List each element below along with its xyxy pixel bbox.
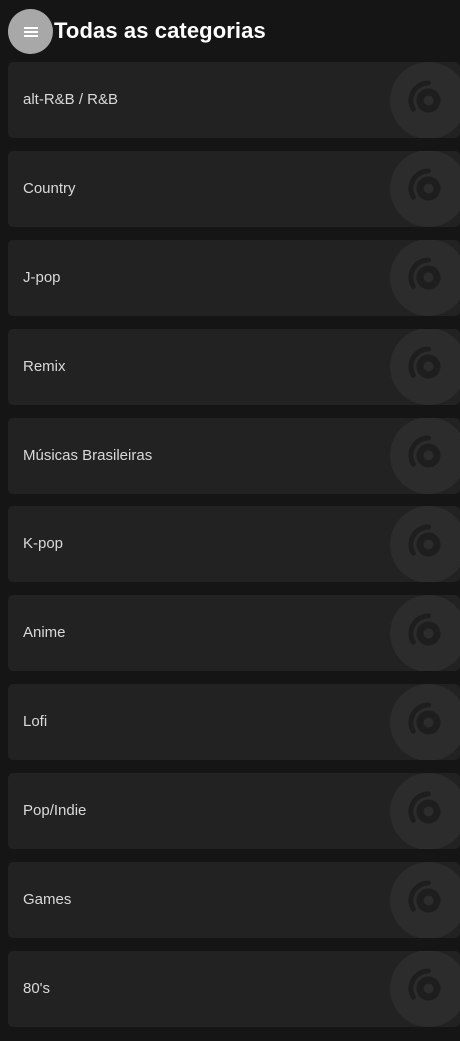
category-card-j-pop[interactable]: J-pop bbox=[8, 239, 460, 316]
category-label: Músicas Brasileiras bbox=[23, 446, 153, 464]
category-label: Remix bbox=[23, 357, 66, 375]
vinyl-disc-icon bbox=[390, 862, 460, 939]
category-label: J-pop bbox=[23, 268, 61, 286]
category-list: alt-R&B / R&B Country J-pop Remix Música… bbox=[8, 62, 460, 1040]
category-card-musicas-brasileiras[interactable]: Músicas Brasileiras bbox=[8, 417, 460, 494]
category-label: Lofi bbox=[23, 713, 48, 731]
vinyl-disc-icon bbox=[390, 239, 460, 316]
category-card-country[interactable]: Country bbox=[8, 150, 460, 227]
category-card-alt-rnb[interactable]: alt-R&B / R&B bbox=[8, 62, 460, 138]
vinyl-disc-icon bbox=[390, 150, 460, 227]
category-label: Games bbox=[23, 891, 72, 909]
vinyl-disc-icon bbox=[390, 506, 460, 583]
page-header: Todas as categorias bbox=[0, 0, 460, 62]
category-card-80s[interactable]: 80's bbox=[8, 950, 460, 1027]
vinyl-disc-icon bbox=[390, 950, 460, 1027]
menu-button[interactable] bbox=[8, 9, 53, 54]
hamburger-menu-icon bbox=[23, 26, 38, 37]
vinyl-disc-icon bbox=[390, 773, 460, 850]
category-label: alt-R&B / R&B bbox=[23, 91, 119, 108]
vinyl-disc-icon bbox=[390, 595, 460, 672]
vinyl-disc-icon bbox=[390, 684, 460, 761]
category-label: Country bbox=[23, 179, 76, 197]
vinyl-disc-icon bbox=[390, 328, 460, 405]
category-card-lofi[interactable]: Lofi bbox=[8, 684, 460, 761]
category-label: Anime bbox=[23, 624, 66, 642]
category-label: Pop/Indie bbox=[23, 802, 87, 820]
category-label: 80's bbox=[23, 979, 51, 997]
page-title: Todas as categorias bbox=[54, 18, 266, 43]
vinyl-disc-icon bbox=[390, 62, 460, 138]
category-card-anime[interactable]: Anime bbox=[8, 595, 460, 672]
category-card-pop-indie[interactable]: Pop/Indie bbox=[8, 773, 460, 850]
category-label: K-pop bbox=[23, 535, 64, 553]
category-card-k-pop[interactable]: K-pop bbox=[8, 506, 460, 583]
category-card-games[interactable]: Games bbox=[8, 862, 460, 939]
vinyl-disc-icon bbox=[390, 417, 460, 494]
category-card-remix[interactable]: Remix bbox=[8, 328, 460, 405]
